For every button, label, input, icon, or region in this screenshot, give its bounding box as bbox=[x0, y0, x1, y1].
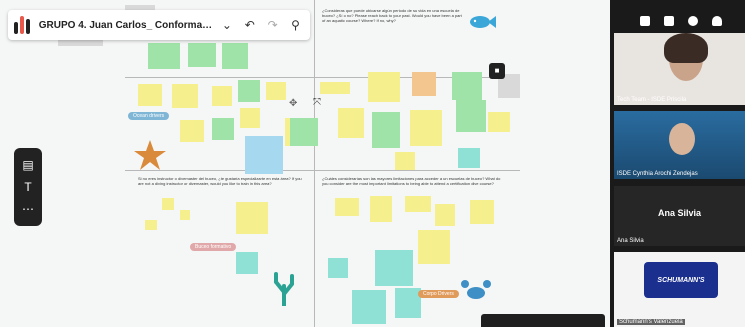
participant-hair bbox=[664, 33, 708, 63]
label-buceo-formativo: Buceo formativo bbox=[190, 243, 237, 251]
participant-name: Tech Team - ISDE Priscila bbox=[617, 97, 687, 103]
undo-icon[interactable]: ↶ bbox=[241, 18, 258, 32]
checkbox-icon[interactable] bbox=[640, 16, 650, 26]
sticky-note[interactable] bbox=[162, 198, 174, 210]
sticky-note[interactable] bbox=[372, 112, 400, 148]
sticky-note[interactable] bbox=[338, 108, 364, 138]
whiteboard-canvas[interactable]: GRUPO 4. Juan Carlos_ Conformación de la… bbox=[0, 0, 610, 327]
participant-video bbox=[669, 123, 695, 155]
sticky-note[interactable] bbox=[172, 84, 198, 108]
sticky-note[interactable] bbox=[238, 80, 260, 102]
participant-logo: SCHUMANN'S bbox=[644, 262, 718, 298]
sticky-note[interactable] bbox=[458, 148, 480, 168]
sticky-note[interactable] bbox=[148, 43, 180, 69]
video-tile[interactable]: Ana Silvia Ana Silvia bbox=[614, 186, 745, 246]
chevron-down-icon[interactable]: ⌄ bbox=[218, 18, 235, 32]
label-ocean-drivers: Ocean drivers bbox=[128, 112, 170, 120]
sticky-note[interactable] bbox=[320, 82, 350, 94]
chat-panel-tab[interactable] bbox=[481, 314, 605, 327]
starfish-icon bbox=[134, 140, 166, 175]
sticky-note[interactable] bbox=[435, 204, 455, 226]
board-title[interactable]: GRUPO 4. Juan Carlos_ Conformación de la… bbox=[39, 20, 213, 31]
participant-placeholder-name: Ana Silvia bbox=[657, 208, 702, 218]
sticky-note[interactable] bbox=[180, 210, 190, 220]
left-toolbar: ▤ T ⋯ bbox=[14, 148, 42, 226]
divider-vertical bbox=[314, 0, 315, 327]
participant-name: Ana Silvia bbox=[617, 238, 644, 244]
participant-name: ISDE Cynthia Arochi Zendejas bbox=[617, 171, 698, 177]
sticky-note[interactable] bbox=[266, 82, 286, 100]
chat-icon[interactable] bbox=[688, 16, 698, 26]
sticky-note[interactable] bbox=[145, 220, 157, 230]
divider-horizontal-2 bbox=[125, 170, 520, 171]
question-top: ¿Consideras que puede ubicarse algún per… bbox=[322, 8, 462, 23]
sticky-note[interactable] bbox=[418, 230, 450, 264]
logo-text: SCHUMANN'S bbox=[657, 276, 705, 284]
sticky-note[interactable] bbox=[375, 250, 413, 286]
participant-name: Schumann's Valenzuela bbox=[617, 319, 685, 325]
fish-icon bbox=[470, 14, 496, 35]
sticky-note[interactable] bbox=[236, 202, 268, 234]
coral-icon bbox=[268, 272, 300, 311]
sticky-note[interactable] bbox=[470, 200, 494, 224]
resize-handle-icon[interactable]: ⤧ bbox=[313, 97, 321, 108]
sticky-note[interactable] bbox=[352, 290, 386, 324]
sticky-note[interactable] bbox=[488, 112, 510, 132]
text-icon[interactable]: T bbox=[24, 180, 31, 194]
more-icon[interactable]: ⋯ bbox=[22, 202, 34, 216]
sticky-note[interactable] bbox=[410, 110, 442, 146]
question-left: Si no eres instructor o divemaster del b… bbox=[138, 176, 302, 186]
redo-icon[interactable]: ↷ bbox=[264, 18, 281, 32]
sticky-note[interactable] bbox=[240, 108, 260, 128]
lock-icon[interactable]: ■ bbox=[489, 63, 505, 79]
sticky-note[interactable] bbox=[452, 72, 482, 100]
grid-view-icon[interactable] bbox=[664, 16, 674, 26]
sticky-note[interactable] bbox=[222, 43, 248, 69]
sticky-note[interactable] bbox=[138, 84, 162, 106]
sticky-note[interactable] bbox=[180, 120, 204, 142]
video-tile[interactable]: SCHUMANN'S Schumann's Valenzuela bbox=[614, 252, 745, 327]
sticky-note[interactable] bbox=[236, 252, 258, 274]
sticky-note-icon[interactable]: ▤ bbox=[22, 158, 33, 172]
sticky-note[interactable] bbox=[412, 72, 436, 96]
search-icon[interactable]: ⚲ bbox=[287, 18, 304, 32]
participants-panel: Tech Team - ISDE Priscila ISDE Cynthia A… bbox=[610, 0, 745, 327]
panel-controls bbox=[640, 16, 722, 26]
sticky-note[interactable] bbox=[245, 136, 283, 174]
move-handle-icon[interactable]: ✥ bbox=[289, 98, 297, 109]
video-tile[interactable]: ISDE Cynthia Arochi Zendejas bbox=[614, 111, 745, 179]
sticky-note[interactable] bbox=[212, 86, 232, 106]
sticky-note[interactable] bbox=[328, 258, 348, 278]
sticky-note[interactable] bbox=[212, 118, 234, 140]
sticky-note[interactable] bbox=[188, 43, 216, 67]
sticky-note[interactable] bbox=[335, 198, 359, 216]
sticky-note[interactable] bbox=[395, 152, 415, 170]
video-tile[interactable]: Tech Team - ISDE Priscila bbox=[614, 33, 745, 105]
question-right: ¿Cuáles considerarías son las mayores li… bbox=[322, 176, 501, 186]
person-icon[interactable] bbox=[712, 16, 722, 26]
mural-logo-icon bbox=[14, 16, 33, 34]
sticky-note[interactable] bbox=[456, 100, 486, 132]
sticky-note[interactable] bbox=[368, 72, 400, 102]
sticky-note[interactable] bbox=[290, 118, 318, 146]
board-toolbar: GRUPO 4. Juan Carlos_ Conformación de la… bbox=[8, 10, 310, 40]
crab-icon bbox=[460, 278, 492, 307]
sticky-note[interactable] bbox=[405, 196, 431, 212]
sticky-note[interactable] bbox=[370, 196, 392, 222]
label-corpo-drivers: Corpo Drivers bbox=[418, 290, 459, 298]
